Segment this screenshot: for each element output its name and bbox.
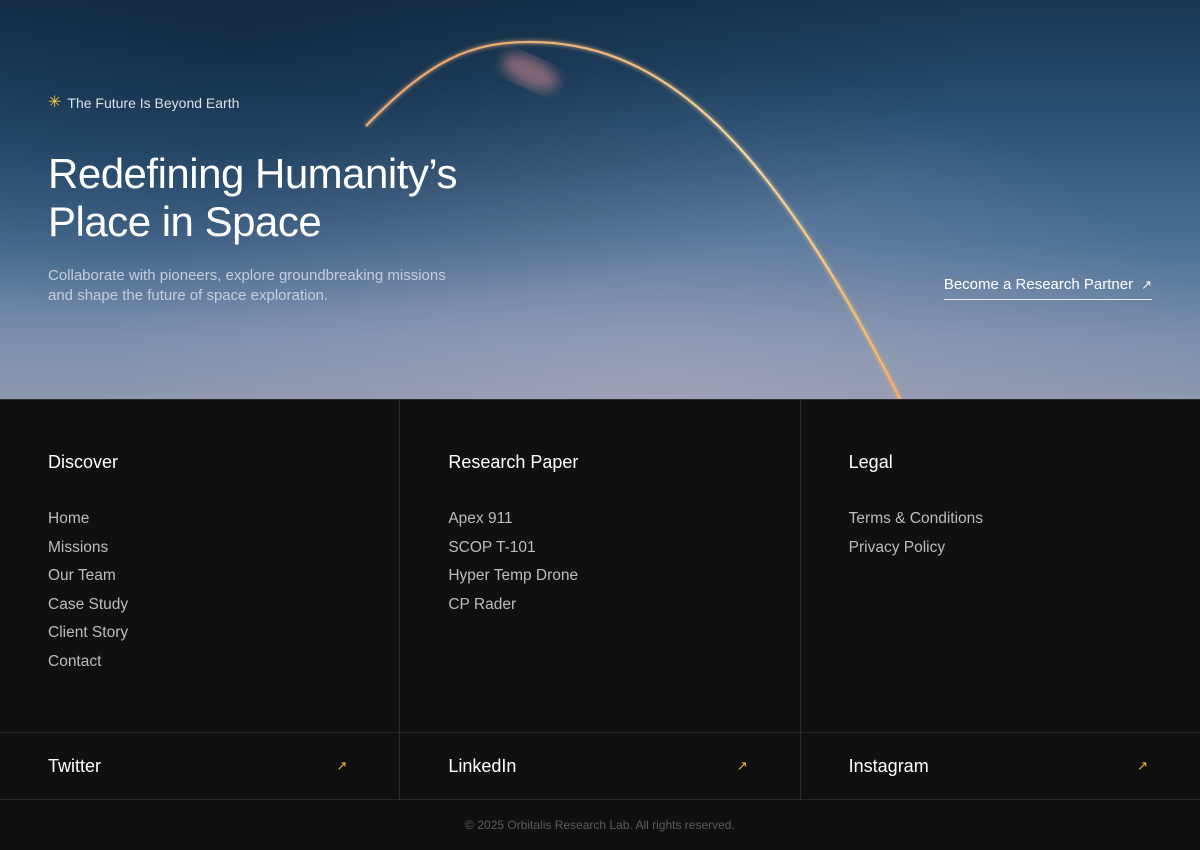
hero-title-line-2: Place in Space bbox=[48, 198, 322, 245]
column-heading: Legal bbox=[848, 452, 893, 472]
social-name: Instagram bbox=[848, 755, 929, 776]
become-research-partner-link[interactable]: Become a Research Partner ↗ bbox=[943, 276, 1152, 300]
footer-link-apex-911[interactable]: Apex 911 bbox=[448, 505, 751, 534]
eyebrow-text: The Future Is Beyond Earth bbox=[67, 95, 240, 111]
social-links-row: Twitter ↗ LinkedIn ↗ Instagram ↗ bbox=[0, 732, 1200, 800]
footer-link-hyper-temp-drone[interactable]: Hyper Temp Drone bbox=[448, 562, 751, 591]
column-heading: Research Paper bbox=[448, 452, 579, 472]
footer-column-legal: Legal Terms & Conditions Privacy Policy bbox=[801, 400, 1200, 732]
footer-link-privacy[interactable]: Privacy Policy bbox=[849, 534, 1152, 563]
footer-link-terms[interactable]: Terms & Conditions bbox=[849, 505, 1152, 534]
footer-link-contact[interactable]: Contact bbox=[48, 648, 351, 677]
social-link-instagram[interactable]: Instagram ↗ bbox=[801, 733, 1200, 799]
footer-link-missions[interactable]: Missions bbox=[48, 534, 351, 563]
link-list: Home Missions Our Team Case Study Client… bbox=[48, 505, 351, 676]
social-link-linkedin[interactable]: LinkedIn ↗ bbox=[400, 733, 801, 799]
column-heading: Discover bbox=[48, 452, 119, 472]
footer-link-scop-t-101[interactable]: SCOP T-101 bbox=[448, 534, 751, 563]
sparkle-icon: ✳ bbox=[48, 94, 62, 111]
hero-title-line-1: Redefining Humanity’s bbox=[48, 150, 457, 197]
arrow-up-right-icon: ↗ bbox=[736, 758, 748, 773]
footer-link-cp-rader[interactable]: CP Rader bbox=[448, 591, 751, 620]
footer-link-home[interactable]: Home bbox=[48, 505, 351, 534]
social-name: Twitter bbox=[48, 755, 102, 776]
hero-eyebrow: ✳ The Future Is Beyond Earth bbox=[48, 94, 240, 112]
arrow-up-right-icon: ↗ bbox=[1141, 276, 1152, 292]
footer-link-our-team[interactable]: Our Team bbox=[48, 562, 351, 591]
arrow-up-right-icon: ↗ bbox=[336, 758, 348, 773]
footer-column-research-paper: Research Paper Apex 911 SCOP T-101 Hyper… bbox=[400, 400, 801, 732]
social-name: LinkedIn bbox=[448, 755, 517, 776]
hero-subtitle-line-1: Collaborate with pioneers, explore groun… bbox=[48, 267, 446, 284]
footer-link-columns: Discover Home Missions Our Team Case Stu… bbox=[0, 399, 1200, 732]
hero-subtitle: Collaborate with pioneers, explore groun… bbox=[48, 266, 498, 306]
footer-column-discover: Discover Home Missions Our Team Case Stu… bbox=[0, 400, 401, 732]
arrow-up-right-icon: ↗ bbox=[1137, 758, 1148, 773]
copyright-notice: © 2025 Orbitalis Research Lab. All right… bbox=[465, 818, 735, 832]
link-list: Apex 911 SCOP T-101 Hyper Temp Drone CP … bbox=[448, 505, 751, 619]
hero-subtitle-line-2: and shape the future of space exploratio… bbox=[48, 287, 329, 304]
footer-link-case-study[interactable]: Case Study bbox=[48, 591, 351, 620]
hero-title: Redefining Humanity’s Place in Space bbox=[48, 150, 508, 246]
social-link-twitter[interactable]: Twitter ↗ bbox=[0, 733, 401, 799]
hero-section: ✳ The Future Is Beyond Earth Redefining … bbox=[0, 0, 1200, 399]
link-list: Terms & Conditions Privacy Policy bbox=[849, 505, 1152, 562]
cta-label: Become a Research Partner bbox=[943, 276, 1134, 293]
footer-link-client-story[interactable]: Client Story bbox=[48, 619, 351, 648]
